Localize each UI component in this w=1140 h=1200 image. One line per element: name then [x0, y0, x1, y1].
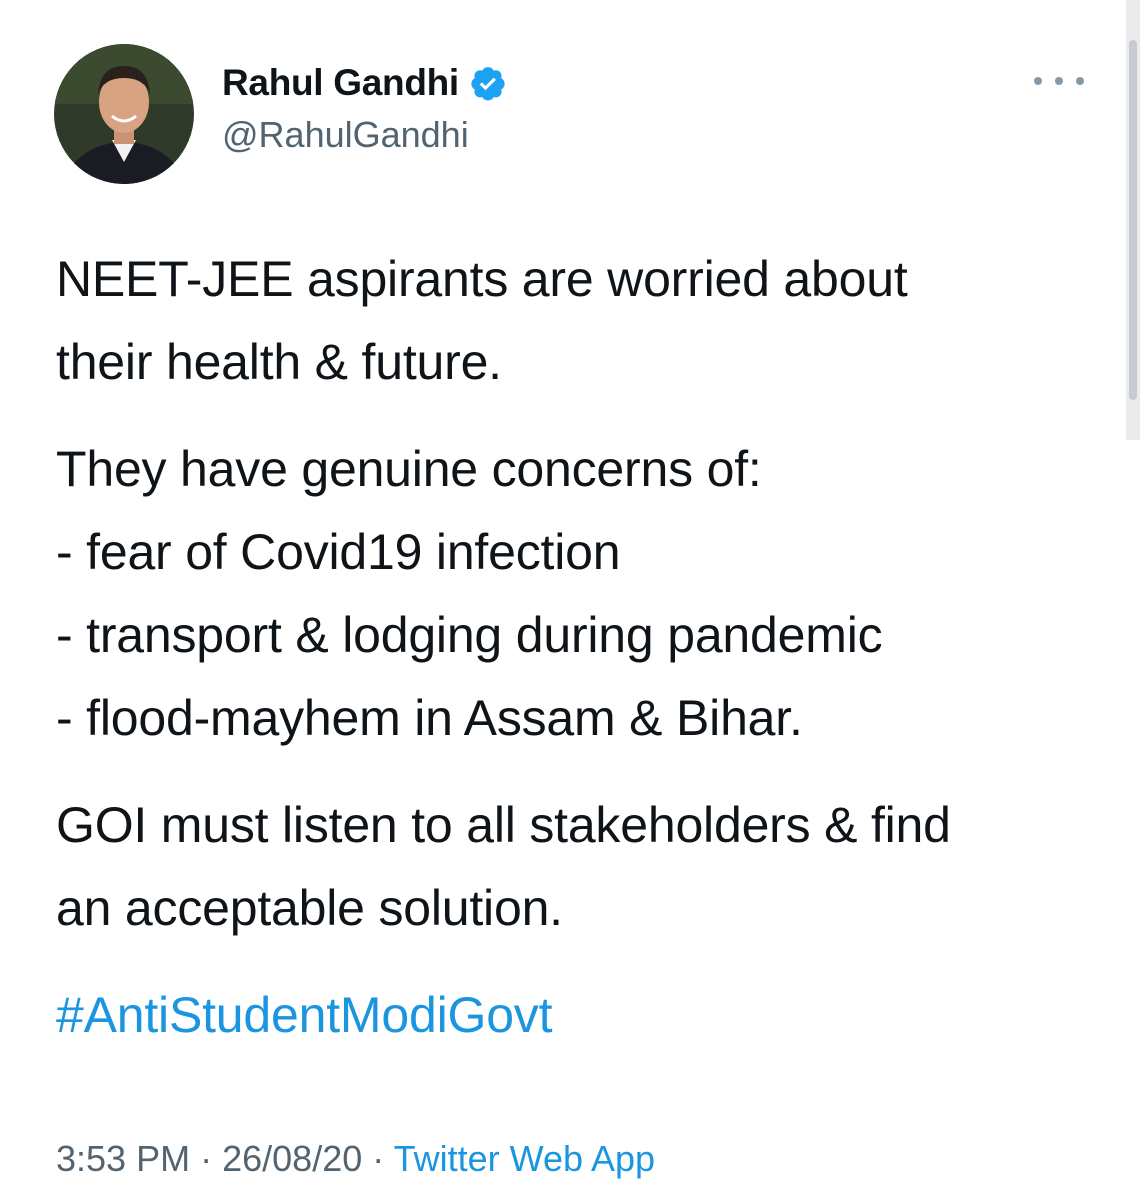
tweet-paragraph: GOI must listen to all stakeholders & fi… [56, 784, 1096, 950]
tweet-card: Rahul Gandhi @RahulGandhi NEET-JEE aspir… [0, 0, 1140, 1200]
tweet-source-link[interactable]: Twitter Web App [394, 1138, 655, 1179]
tweet-date[interactable]: 26/08/20 [222, 1138, 362, 1179]
avatar[interactable] [54, 44, 194, 184]
verified-badge-icon [469, 64, 507, 102]
tweet-line: GOI must listen to all stakeholders & fi… [56, 797, 951, 853]
avatar-image [54, 44, 194, 184]
more-options-icon[interactable] [1034, 66, 1084, 96]
tweet-line: - flood-mayhem in Assam & Bihar. [56, 690, 803, 746]
tweet-paragraph: They have genuine concerns of: - fear of… [56, 428, 1096, 760]
scrollbar[interactable] [1126, 0, 1140, 440]
tweet-line: their health & future. [56, 334, 502, 390]
tweet-text: NEET-JEE aspirants are worried about the… [56, 238, 1096, 1057]
hashtag-link[interactable]: #AntiStudentModiGovt [56, 987, 552, 1043]
tweet-line: NEET-JEE aspirants are worried about [56, 251, 908, 307]
user-handle[interactable]: @RahulGandhi [222, 114, 507, 156]
meta-separator: · [372, 1138, 385, 1179]
display-name[interactable]: Rahul Gandhi [222, 62, 459, 104]
scrollbar-thumb[interactable] [1129, 40, 1137, 400]
tweet-paragraph: NEET-JEE aspirants are worried about the… [56, 238, 1096, 404]
tweet-line: an acceptable solution. [56, 880, 563, 936]
tweet-paragraph: #AntiStudentModiGovt [56, 974, 1096, 1057]
meta-separator: · [200, 1138, 213, 1179]
tweet-time[interactable]: 3:53 PM [56, 1138, 190, 1179]
tweet-line: - transport & lodging during pandemic [56, 607, 883, 663]
tweet-metadata: 3:53 PM · 26/08/20 · Twitter Web App [56, 1138, 655, 1180]
author-block: Rahul Gandhi @RahulGandhi [222, 58, 507, 156]
tweet-line: - fear of Covid19 infection [56, 524, 621, 580]
name-row: Rahul Gandhi [222, 58, 507, 108]
tweet-line: They have genuine concerns of: [56, 441, 762, 497]
